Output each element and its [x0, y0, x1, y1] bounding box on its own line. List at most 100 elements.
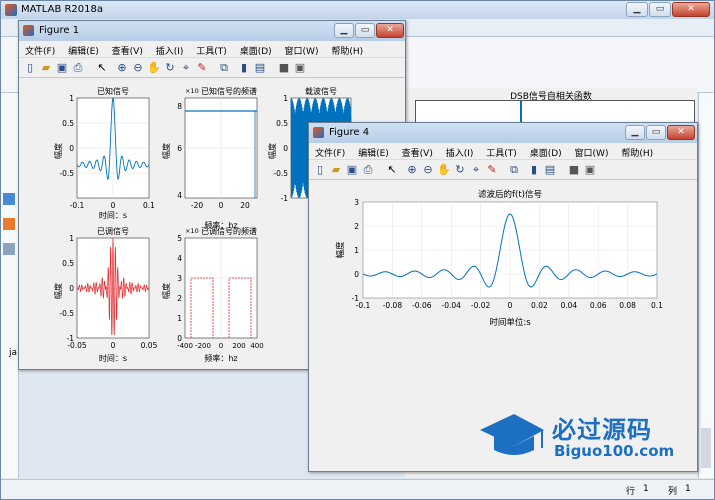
zoom-out-icon[interactable]: ⊖ — [131, 61, 145, 75]
panel-icon[interactable] — [3, 243, 15, 255]
legend-icon[interactable]: ▤ — [543, 163, 557, 177]
hide-plot-tools-icon[interactable]: ■ — [277, 61, 291, 75]
f4-ytick: -1 — [352, 294, 360, 303]
figure1-maximize-button[interactable]: ▭ — [355, 23, 375, 38]
subplot-modulated-signal: 已调信号 时间：s 幅度 -0.05 0 0.05 1 0.5 0 -0.5 -… — [53, 226, 158, 363]
matlab-title-bar: MATLAB R2018a ▁ ▭ ✕ — [1, 1, 714, 19]
brush-icon[interactable]: ✎ — [195, 61, 209, 75]
p3-ytick: 1 — [283, 94, 288, 103]
new-file-icon[interactable]: ▯ — [23, 61, 37, 75]
menu-insert[interactable]: 插入(I) — [150, 41, 184, 57]
f4-xtick: 0 — [508, 301, 513, 310]
subplot-known-signal: 已知信号 时间：s 幅度 -0.1 0 0.1 1 0.5 0 -0.5 — [53, 86, 155, 220]
figure1-title: Figure 1 — [39, 25, 80, 36]
zoom-in-icon[interactable]: ⊕ — [115, 61, 129, 75]
menu-window[interactable]: 窗口(W) — [279, 41, 319, 57]
panel-icon[interactable] — [3, 218, 15, 230]
figure4-toolbar: ▯ ▰ ▣ ⎙ ↖ ⊕ ⊖ ✋ ↻ ⌖ ✎ ⧉ ▮ ▤ ■ ▣ — [309, 160, 697, 180]
subplot-known-spectrum: ×10 已知信号的频谱 频率：hz 幅度 -20 0 20 8 6 4 — [161, 86, 258, 230]
matlab-left-panel: ja — [1, 93, 19, 478]
link-icon[interactable]: ⧉ — [217, 61, 231, 75]
figure4-close-button[interactable]: ✕ — [667, 125, 695, 140]
status-bar: 行 1 列 1 — [1, 479, 714, 499]
p4-xtick: 0.05 — [141, 341, 158, 350]
figure1-minimize-button[interactable]: ▁ — [334, 23, 354, 38]
colorbar-icon[interactable]: ▮ — [237, 61, 251, 75]
menu-help[interactable]: 帮助(H) — [615, 143, 653, 159]
brush-icon[interactable]: ✎ — [485, 163, 499, 177]
panel-cropped-text: ja — [9, 348, 18, 358]
row-value: 1 — [643, 484, 649, 494]
p3-ytick: -0.5 — [273, 169, 288, 178]
f4-ytick: 0 — [354, 270, 359, 279]
legend-icon[interactable]: ▤ — [253, 61, 267, 75]
p3-ytick: -1 — [281, 194, 289, 203]
zoom-out-icon[interactable]: ⊖ — [421, 163, 435, 177]
minimize-button[interactable]: ▁ — [626, 2, 648, 17]
menu-view[interactable]: 查看(V) — [106, 41, 143, 57]
menu-help[interactable]: 帮助(H) — [325, 41, 363, 57]
row-label: 行 — [626, 487, 636, 497]
rotate-icon[interactable]: ↻ — [453, 163, 467, 177]
f4-xtick: -0.06 — [412, 301, 432, 310]
print-icon[interactable]: ⎙ — [361, 163, 375, 177]
save-icon[interactable]: ▣ — [345, 163, 359, 177]
pan-icon[interactable]: ✋ — [147, 61, 161, 75]
data-cursor-icon[interactable]: ⌖ — [469, 163, 483, 177]
watermark: 必过源码 Biguo100.com — [476, 406, 686, 468]
p3-title: 载波信号 — [305, 86, 337, 96]
p5-ylabel: 幅度 — [161, 283, 171, 299]
colorbar-icon[interactable]: ▮ — [527, 163, 541, 177]
print-icon[interactable]: ⎙ — [71, 61, 85, 75]
menu-edit[interactable]: 编辑(E) — [62, 41, 99, 57]
matlab-title: MATLAB R2018a — [21, 4, 104, 15]
menu-desktop[interactable]: 桌面(D) — [234, 41, 272, 57]
p4-ytick: -0.5 — [59, 309, 74, 318]
figure4-minimize-button[interactable]: ▁ — [625, 125, 645, 140]
pointer-icon[interactable]: ↖ — [95, 61, 109, 75]
p2-ylabel: 幅度 — [161, 143, 171, 159]
open-folder-icon[interactable]: ▰ — [329, 163, 343, 177]
hide-plot-tools-icon[interactable]: ■ — [567, 163, 581, 177]
pan-icon[interactable]: ✋ — [437, 163, 451, 177]
menu-insert[interactable]: 插入(I) — [440, 143, 474, 159]
figure4-maximize-button[interactable]: ▭ — [646, 125, 666, 140]
f4-xtick: 0.04 — [560, 301, 577, 310]
data-cursor-icon[interactable]: ⌖ — [179, 61, 193, 75]
panel-icon[interactable] — [3, 193, 15, 205]
show-plot-tools-icon[interactable]: ▣ — [583, 163, 597, 177]
p5-ytick: 1 — [177, 314, 182, 323]
new-file-icon[interactable]: ▯ — [313, 163, 327, 177]
figure-icon — [23, 25, 34, 36]
pointer-icon[interactable]: ↖ — [385, 163, 399, 177]
watermark-name: 必过源码 — [552, 416, 652, 444]
menu-file[interactable]: 文件(F) — [19, 41, 55, 57]
p5-ytick: 3 — [177, 274, 182, 283]
menu-tools[interactable]: 工具(T) — [480, 143, 517, 159]
show-plot-tools-icon[interactable]: ▣ — [293, 61, 307, 75]
menu-view[interactable]: 查看(V) — [396, 143, 433, 159]
menu-edit[interactable]: 编辑(E) — [352, 143, 389, 159]
p4-ylabel: 幅度 — [53, 283, 63, 299]
save-icon[interactable]: ▣ — [55, 61, 69, 75]
menu-file[interactable]: 文件(F) — [309, 143, 345, 159]
link-icon[interactable]: ⧉ — [507, 163, 521, 177]
scrollbar[interactable] — [701, 428, 711, 468]
p3-ylabel: 幅度 — [267, 143, 277, 159]
matlab-logo-icon — [5, 4, 17, 16]
maximize-button[interactable]: ▭ — [649, 2, 671, 17]
menu-desktop[interactable]: 桌面(D) — [524, 143, 562, 159]
menu-window[interactable]: 窗口(W) — [569, 143, 609, 159]
figure1-close-button[interactable]: ✕ — [376, 23, 404, 38]
close-button[interactable]: ✕ — [672, 2, 710, 17]
p4-ytick: 0 — [69, 284, 74, 293]
f4-xtick: 0.06 — [590, 301, 607, 310]
rotate-icon[interactable]: ↻ — [163, 61, 177, 75]
menu-tools[interactable]: 工具(T) — [190, 41, 227, 57]
p5-ytick: 4 — [177, 254, 182, 263]
open-folder-icon[interactable]: ▰ — [39, 61, 53, 75]
p5-xtick: 200 — [232, 342, 245, 350]
zoom-in-icon[interactable]: ⊕ — [405, 163, 419, 177]
figure1-toolbar: ▯ ▰ ▣ ⎙ ↖ ⊕ ⊖ ✋ ↻ ⌖ ✎ ⧉ ▮ ▤ ■ ▣ — [19, 58, 405, 78]
p5-exponent: ×10 — [185, 227, 199, 235]
